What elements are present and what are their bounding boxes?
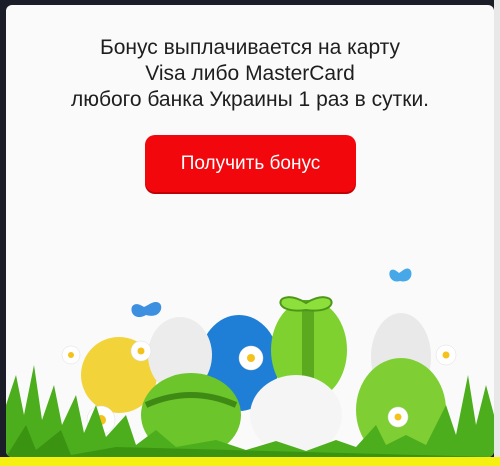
bonus-line-3: любого банка Украины 1 раз в сутки. <box>70 88 430 111</box>
easter-eggs-illustration <box>6 268 494 457</box>
scrollbar-edge <box>494 0 500 466</box>
bonus-card: Бонус выплачивается на карту Visa либо M… <box>6 5 494 457</box>
bonus-line-1: Бонус выплачивается на карту <box>99 36 401 59</box>
butterfly-blue-left <box>131 301 162 318</box>
bow <box>279 296 333 312</box>
bonus-line-2: Visa либо MasterCard <box>145 62 355 85</box>
bonus-description: Бонус выплачивается на карту Visa либо M… <box>6 35 494 113</box>
bottom-yellow-bar <box>0 457 500 466</box>
butterfly-blue-right <box>389 268 412 282</box>
get-bonus-button[interactable]: Получить бонус <box>145 135 356 192</box>
